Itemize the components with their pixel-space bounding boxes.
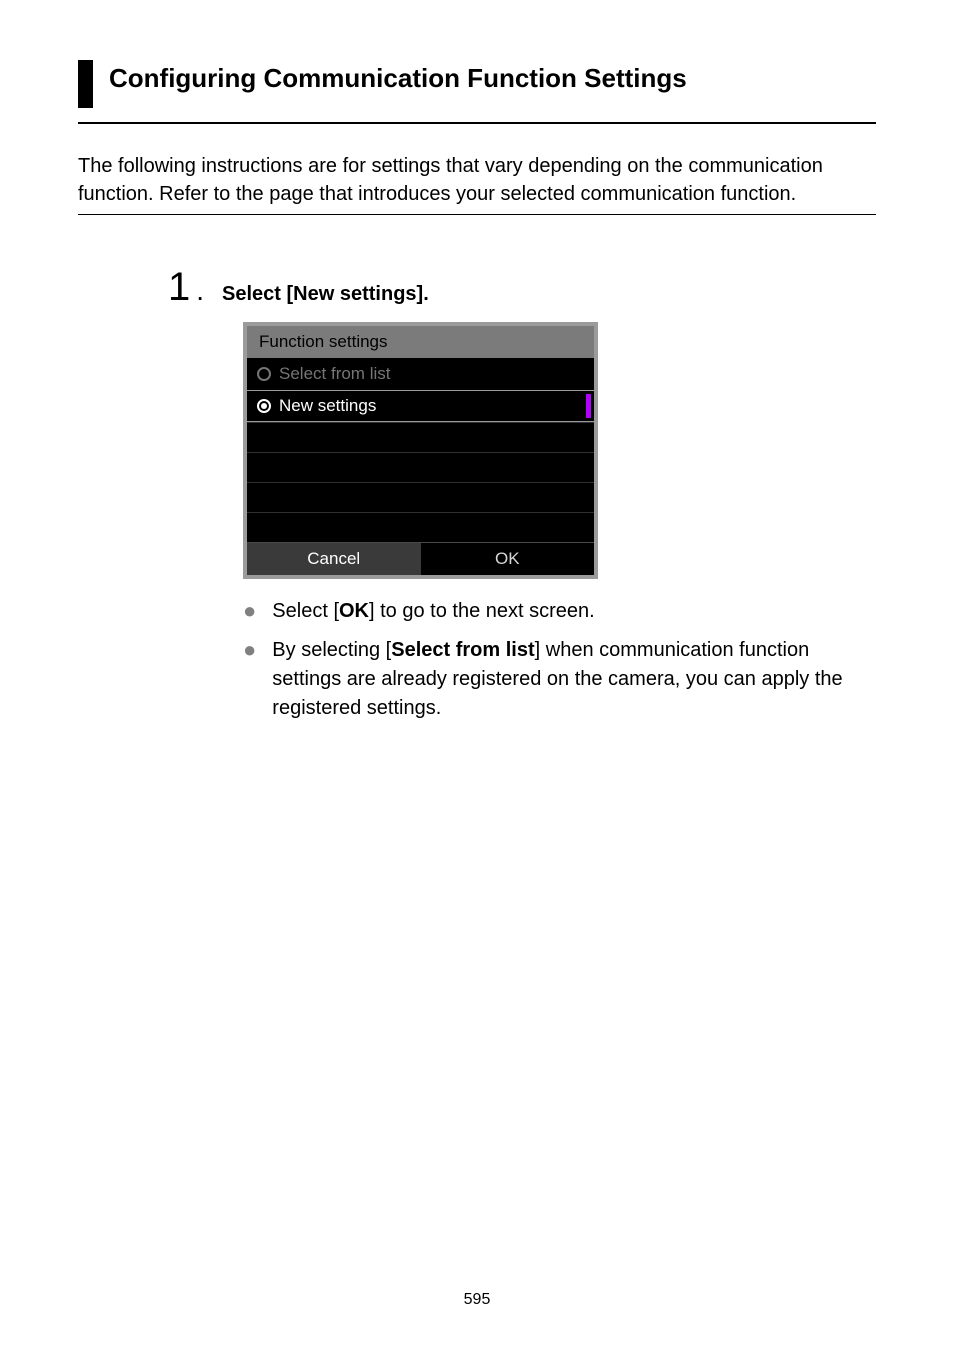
step-heading: 1 . Select [New settings]. (168, 265, 876, 312)
camera-screen: Function settings Select from list New s… (243, 322, 598, 579)
bullet-list: ● Select [OK] to go to the next screen. … (243, 597, 876, 723)
blank-row (247, 452, 594, 482)
option-select-from-list: Select from list (247, 358, 594, 390)
intro-paragraph: The following instructions are for setti… (78, 152, 876, 208)
option-new-settings: New settings (247, 390, 594, 422)
bullet-icon: ● (243, 597, 256, 626)
camera-screen-header: Function settings (247, 326, 594, 358)
page-number: 595 (0, 1291, 954, 1309)
blank-row (247, 422, 594, 452)
title-underline (78, 122, 876, 124)
radio-checked-icon (257, 399, 271, 413)
step-number-dot: . (196, 275, 204, 307)
cancel-button: Cancel (247, 543, 421, 575)
radio-unchecked-icon (257, 367, 271, 381)
intro-underline (78, 214, 876, 215)
option-label: Select from list (279, 364, 390, 384)
camera-footer: Cancel OK (247, 542, 594, 575)
page-title-block: Configuring Communication Function Setti… (78, 60, 876, 108)
step-number: 1 (168, 265, 190, 310)
blank-rows (247, 422, 594, 542)
bullet-item: ● Select [OK] to go to the next screen. (243, 597, 876, 626)
page-title: Configuring Communication Function Setti… (109, 60, 876, 108)
bullet-text: By selecting [Select from list] when com… (272, 636, 876, 723)
bullet-icon: ● (243, 636, 256, 723)
blank-row (247, 512, 594, 542)
bullet-text: Select [OK] to go to the next screen. (272, 597, 876, 626)
option-label: New settings (279, 396, 376, 416)
blank-row (247, 482, 594, 512)
bullet-item: ● By selecting [Select from list] when c… (243, 636, 876, 723)
camera-screenshot: Function settings Select from list New s… (243, 322, 876, 579)
step-title: Select [New settings]. (222, 283, 429, 312)
ok-button: OK (421, 543, 595, 575)
selection-highlight-bar (586, 394, 591, 418)
